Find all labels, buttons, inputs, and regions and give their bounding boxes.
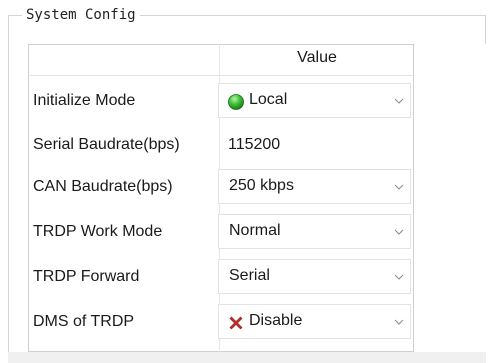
can-baudrate-value: 250 kbps [229, 177, 294, 194]
chevron-down-icon[interactable] [394, 96, 404, 106]
initialize-mode-value: Local [249, 91, 288, 108]
initialize-mode-dropdown[interactable]: Local [218, 83, 411, 118]
chevron-down-icon[interactable] [394, 227, 404, 237]
trdp-forward-dropdown[interactable]: Serial [218, 259, 411, 294]
green-circle-icon [228, 94, 244, 110]
chevron-down-icon[interactable] [394, 317, 404, 327]
serial-baudrate-field[interactable]: 115200 [218, 129, 411, 159]
row-label-trdp-forward: TRDP Forward [33, 268, 140, 285]
serial-baudrate-value: 115200 [228, 136, 281, 153]
trdp-work-mode-value: Normal [229, 222, 281, 239]
trdp-forward-value: Serial [229, 267, 270, 284]
column-header-value: Value [297, 49, 337, 66]
red-x-icon [229, 316, 243, 330]
can-baudrate-dropdown[interactable]: 250 kbps [218, 169, 411, 204]
row-label-serial-baudrate: Serial Baudrate(bps) [33, 136, 180, 153]
chevron-down-icon[interactable] [394, 272, 404, 282]
dms-of-trdp-value: Disable [249, 312, 303, 329]
trdp-work-mode-dropdown[interactable]: Normal [218, 214, 411, 249]
group-title: System Config [22, 5, 140, 25]
grid-empty-area [414, 44, 486, 352]
grid-bottom-strip [8, 352, 486, 363]
chevron-down-icon[interactable] [394, 182, 404, 192]
dms-of-trdp-dropdown[interactable]: Disable [218, 304, 411, 339]
row-label-trdp-work-mode: TRDP Work Mode [33, 223, 163, 240]
row-label-can-baudrate: CAN Baudrate(bps) [33, 178, 173, 195]
header-separator [28, 75, 414, 76]
row-label-initialize-mode: Initialize Mode [33, 92, 136, 109]
row-label-dms-of-trdp: DMS of TRDP [33, 313, 135, 330]
